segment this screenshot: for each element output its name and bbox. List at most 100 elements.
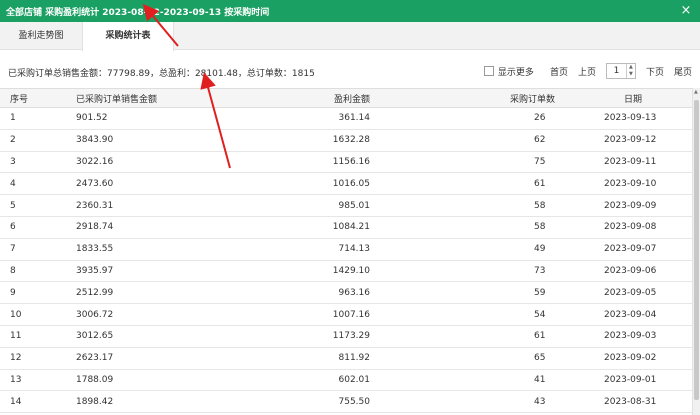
page-spinner[interactable]: ▲ ▼	[625, 64, 635, 78]
cell-orders: 58	[370, 194, 584, 217]
cell-sales: 2918.74	[66, 216, 202, 239]
cell-profit: 1016.05	[202, 172, 370, 196]
cell-profit: 1007.16	[202, 303, 370, 326]
cell-date: 2023-08-31	[584, 390, 692, 414]
cell-orders: 62	[370, 129, 584, 152]
cell-orders: 54	[370, 303, 584, 326]
cell-index: 1	[0, 107, 66, 130]
scrollbar-thumb[interactable]	[694, 100, 699, 400]
cell-sales: 1898.42	[66, 390, 202, 414]
cell-index: 6	[0, 216, 66, 239]
cell-sales: 3843.90	[66, 129, 202, 152]
cell-index: 7	[0, 238, 66, 261]
cell-sales: 2360.31	[66, 194, 202, 217]
col-header-date[interactable]: 日期	[584, 88, 692, 108]
cell-index: 9	[0, 281, 66, 305]
last-page-button[interactable]: 尾页	[674, 65, 692, 78]
cell-date: 2023-09-05	[584, 281, 692, 305]
table-row[interactable]: 7 1833.55 714.13 49 2023-09-07	[0, 238, 692, 261]
col-header-sales[interactable]: 已采购订单销售金额	[66, 88, 202, 108]
show-more-label: 显示更多	[497, 67, 534, 78]
pager: 显示更多 首页 上页 1 ▲ ▼ 下页 尾页	[483, 62, 692, 80]
table-row[interactable]: 13 1788.09 602.01 41 2023-09-01	[0, 369, 692, 392]
summary-text: 已采购订单总销售金额：77798.89，总盈利：28101.48，总订单数：18…	[8, 69, 315, 79]
cell-orders: 61	[370, 325, 584, 348]
window-titlebar: 全部店铺 采购盈利统计 2023-08-12-2023-09-13 按采购时间 …	[0, 0, 700, 22]
table-header-row: 序号 已采购订单销售金额 盈利金额 采购订单数 日期	[0, 88, 692, 108]
cell-date: 2023-09-03	[584, 325, 692, 348]
first-page-button[interactable]: 首页	[550, 65, 568, 78]
cell-orders: 65	[370, 347, 584, 370]
cell-profit: 602.01	[202, 369, 370, 392]
cell-orders: 26	[370, 107, 584, 130]
cell-index: 14	[0, 390, 66, 414]
tab-profit-trend[interactable]: 盈利走势图	[0, 22, 82, 50]
cell-date: 2023-09-12	[584, 129, 692, 152]
cell-profit: 985.01	[202, 194, 370, 217]
cell-sales: 1788.09	[66, 369, 202, 392]
table-row[interactable]: 6 2918.74 1084.21 58 2023-09-08	[0, 216, 692, 239]
col-header-profit[interactable]: 盈利金额	[202, 88, 370, 108]
cell-sales: 1833.55	[66, 238, 202, 261]
window-title: 全部店铺 采购盈利统计 2023-08-12-2023-09-13 按采购时间	[6, 8, 270, 18]
cell-index: 4	[0, 172, 66, 196]
cell-index: 12	[0, 347, 66, 370]
stats-table: 序号 已采购订单销售金额 盈利金额 采购订单数 日期 1 901.52 361.14…	[0, 88, 692, 415]
cell-orders: 43	[370, 390, 584, 414]
vertical-scrollbar[interactable]: ▲	[692, 88, 700, 415]
cell-date: 2023-09-09	[584, 194, 692, 217]
table-row[interactable]: 1 901.52 361.14 26 2023-09-13	[0, 107, 692, 130]
cell-sales: 3935.97	[66, 260, 202, 283]
cell-date: 2023-09-02	[584, 347, 692, 370]
table-row[interactable]: 4 2473.60 1016.05 61 2023-09-10	[0, 172, 692, 196]
cell-profit: 1084.21	[202, 216, 370, 239]
page-input[interactable]: 1 ▲ ▼	[605, 63, 636, 79]
table-row[interactable]: 8 3935.97 1429.10 73 2023-09-06	[0, 260, 692, 283]
cell-index: 2	[0, 129, 66, 152]
cell-date: 2023-09-04	[584, 303, 692, 326]
cell-orders: 49	[370, 238, 584, 261]
cell-sales: 3006.72	[66, 303, 202, 326]
cell-orders: 41	[370, 369, 584, 392]
table-row[interactable]: 3 3022.16 1156.16 75 2023-09-11	[0, 151, 692, 174]
next-page-button[interactable]: 下页	[646, 65, 664, 78]
cell-orders: 59	[370, 281, 584, 305]
spin-up-icon[interactable]: ▲	[627, 64, 635, 71]
show-more-checkbox[interactable]	[483, 66, 494, 76]
cell-profit: 755.50	[202, 390, 370, 414]
cell-orders: 73	[370, 260, 584, 283]
cell-sales: 2473.60	[66, 172, 202, 196]
tab-bar: 盈利走势图 采购统计表	[0, 22, 700, 51]
cell-sales: 2623.17	[66, 347, 202, 370]
cell-index: 3	[0, 151, 66, 174]
cell-profit: 1173.29	[202, 325, 370, 348]
table-row[interactable]: 9 2512.99 963.16 59 2023-09-05	[0, 281, 692, 305]
cell-date: 2023-09-10	[584, 172, 692, 196]
cell-profit: 714.13	[202, 238, 370, 261]
cell-orders: 75	[370, 151, 584, 174]
table-row[interactable]: 2 3843.90 1632.28 62 2023-09-12	[0, 129, 692, 152]
table-row[interactable]: 5 2360.31 985.01 58 2023-09-09	[0, 194, 692, 217]
table-row[interactable]: 12 2623.17 811.92 65 2023-09-02	[0, 347, 692, 370]
cell-profit: 811.92	[202, 347, 370, 370]
col-header-orders[interactable]: 采购订单数	[370, 88, 584, 108]
cell-sales: 2512.99	[66, 281, 202, 305]
table-row[interactable]: 10 3006.72 1007.16 54 2023-09-04	[0, 303, 692, 326]
cell-orders: 58	[370, 216, 584, 239]
cell-profit: 963.16	[202, 281, 370, 305]
cell-profit: 361.14	[202, 107, 370, 130]
cell-index: 11	[0, 325, 66, 348]
table-row[interactable]: 14 1898.42 755.50 43 2023-08-31	[0, 390, 692, 414]
spin-down-icon[interactable]: ▼	[627, 71, 635, 78]
col-header-index[interactable]: 序号	[0, 88, 66, 108]
tab-purchase-table[interactable]: 采购统计表	[82, 22, 174, 51]
cell-sales: 3022.16	[66, 151, 202, 174]
page-number: 1	[613, 66, 620, 76]
cell-date: 2023-09-01	[584, 369, 692, 392]
cell-index: 8	[0, 260, 66, 283]
scroll-up-icon[interactable]: ▲	[694, 89, 698, 95]
prev-page-button[interactable]: 上页	[578, 65, 596, 78]
cell-orders: 61	[370, 172, 584, 196]
table-row[interactable]: 11 3012.65 1173.29 61 2023-09-03	[0, 325, 692, 348]
close-icon[interactable]: ×	[678, 3, 694, 19]
